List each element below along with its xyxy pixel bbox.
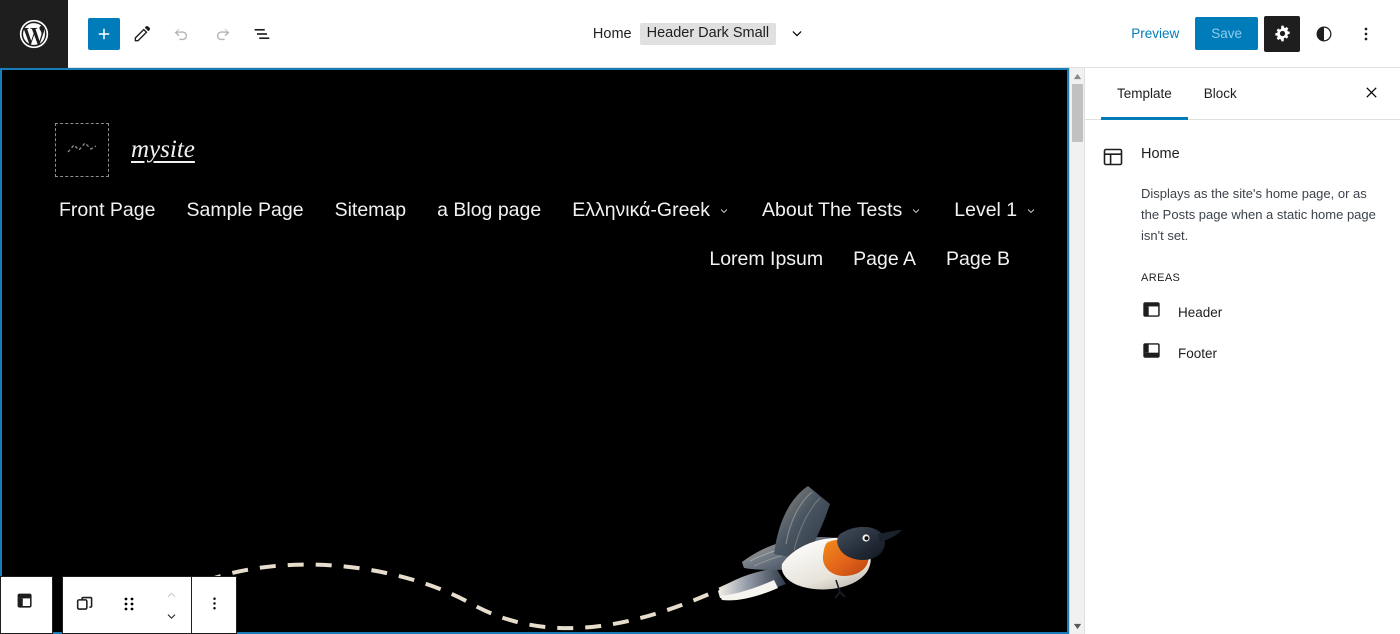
block-movers [151,577,191,633]
nav-item-a-blog-page[interactable]: a Blog page [437,199,541,222]
copy-blocks-icon [74,593,96,618]
area-item-footer[interactable]: Footer [1101,340,1384,366]
scrollbar-thumb[interactable] [1072,84,1083,142]
list-view-icon [251,23,273,45]
nav-item-greek[interactable]: Ελληνικά-Greek [572,199,731,222]
template-description: Displays as the site's home page, or as … [1141,186,1376,244]
template-header: Home [1101,144,1384,174]
document-title-button[interactable]: Home Header Dark Small [592,22,807,46]
editor-body: mysite Front Page Sample Page Sitemap a … [0,68,1400,634]
secondary-navigation: Lorem Ipsum Page A Page B [0,222,1069,271]
chevron-down-icon [909,204,923,218]
drag-handle-icon [120,595,138,616]
nav-item-lorem-ipsum[interactable]: Lorem Ipsum [709,248,823,271]
undo-icon [171,23,193,45]
nav-label: Lorem Ipsum [709,248,824,270]
template-part-badge: Header Dark Small [639,22,777,46]
wordpress-logo-icon [17,17,51,51]
wordpress-logo-button[interactable] [0,0,68,68]
template-layout-icon [1101,145,1125,174]
nav-label: Page A [853,248,917,270]
nav-label: About The Tests [762,199,903,221]
site-editor-app: Home Header Dark Small Preview Save mysi… [0,0,1400,634]
top-bar-right-tools: Preview Save [1121,15,1400,52]
tab-template[interactable]: Template [1101,68,1188,120]
settings-button[interactable] [1264,15,1300,52]
footer-area-icon [1141,340,1162,366]
nav-label: Level 1 [954,199,1018,221]
document-overview-button[interactable] [244,16,280,52]
pencil-icon [131,23,153,45]
block-toolbar-group [62,576,237,634]
block-type-button[interactable] [0,576,53,634]
template-panel: Home Displays as the site's home page, o… [1085,120,1400,366]
redo-icon [211,23,233,45]
nav-item-page-b[interactable]: Page B [946,248,1010,271]
flying-bird-illustration [718,486,902,601]
site-title[interactable]: mysite [131,136,195,164]
sidebar-tabs: Template Block [1085,68,1400,120]
preview-button[interactable]: Preview [1121,20,1189,47]
tab-block[interactable]: Block [1188,68,1253,120]
template-name: Home [1141,146,1180,162]
nav-label: a Blog page [437,199,542,221]
site-header-preview: mysite Front Page Sample Page Sitemap a … [0,68,1069,634]
nav-item-sample-page[interactable]: Sample Page [186,199,303,222]
scroll-up-arrow-icon[interactable] [1070,68,1084,84]
drag-handle-button[interactable] [107,577,151,633]
nav-label: Sample Page [186,199,304,221]
move-up-button[interactable] [163,584,180,604]
block-toolbar [0,576,237,634]
contrast-half-circle-icon [1314,24,1334,44]
document-context-label: Home [592,25,632,42]
site-branding[interactable]: mysite [0,68,1069,177]
site-logo-placeholder[interactable] [55,123,109,177]
nav-item-sitemap[interactable]: Sitemap [335,199,407,222]
chevron-down-icon [787,24,807,44]
close-x-icon [1362,83,1381,105]
template-part-icon [15,591,38,619]
scroll-down-arrow-icon[interactable] [1070,618,1084,634]
gear-icon [1272,23,1293,44]
add-block-button[interactable] [88,17,120,50]
nav-item-level-1[interactable]: Level 1 [954,199,1038,222]
site-logo-placeholder-icon [65,138,99,163]
plus-icon [95,25,113,43]
redo-button[interactable] [204,16,240,52]
block-options-button[interactable] [192,577,236,633]
nav-label: Front Page [59,199,156,221]
nav-item-about-the-tests[interactable]: About The Tests [762,199,923,222]
primary-navigation: Front Page Sample Page Sitemap a Blog pa… [0,177,1069,222]
three-dots-vertical-icon [1356,24,1376,44]
top-bar-left-tools [68,16,280,52]
block-transform-button[interactable] [63,577,107,633]
close-sidebar-button[interactable] [1356,79,1386,109]
move-down-button[interactable] [163,606,180,626]
nav-label: Ελληνικά-Greek [572,199,711,221]
chevron-down-icon [1024,204,1038,218]
nav-item-page-a[interactable]: Page A [853,248,916,271]
editor-top-bar: Home Header Dark Small Preview Save [0,0,1400,68]
more-options-button[interactable] [1348,16,1384,52]
header-area-icon [1141,299,1162,325]
area-label: Header [1178,304,1223,320]
nav-label: Page B [946,248,1010,270]
edit-mode-button[interactable] [124,16,160,52]
settings-sidebar: Template Block Home Displays as the site… [1084,68,1400,634]
canvas-scrollbar[interactable] [1069,68,1084,634]
area-label: Footer [1178,345,1218,361]
nav-label: Sitemap [334,199,407,221]
area-item-header[interactable]: Header [1101,299,1384,325]
undo-button[interactable] [164,16,200,52]
areas-section-label: AREAS [1141,272,1181,285]
editor-canvas[interactable]: mysite Front Page Sample Page Sitemap a … [0,68,1069,634]
nav-item-front-page[interactable]: Front Page [59,199,155,222]
three-dots-vertical-icon [205,594,224,616]
chevron-down-icon [717,204,731,218]
styles-button[interactable] [1306,16,1342,52]
scrollbar-track[interactable] [1070,84,1084,618]
save-button[interactable]: Save [1195,17,1258,50]
